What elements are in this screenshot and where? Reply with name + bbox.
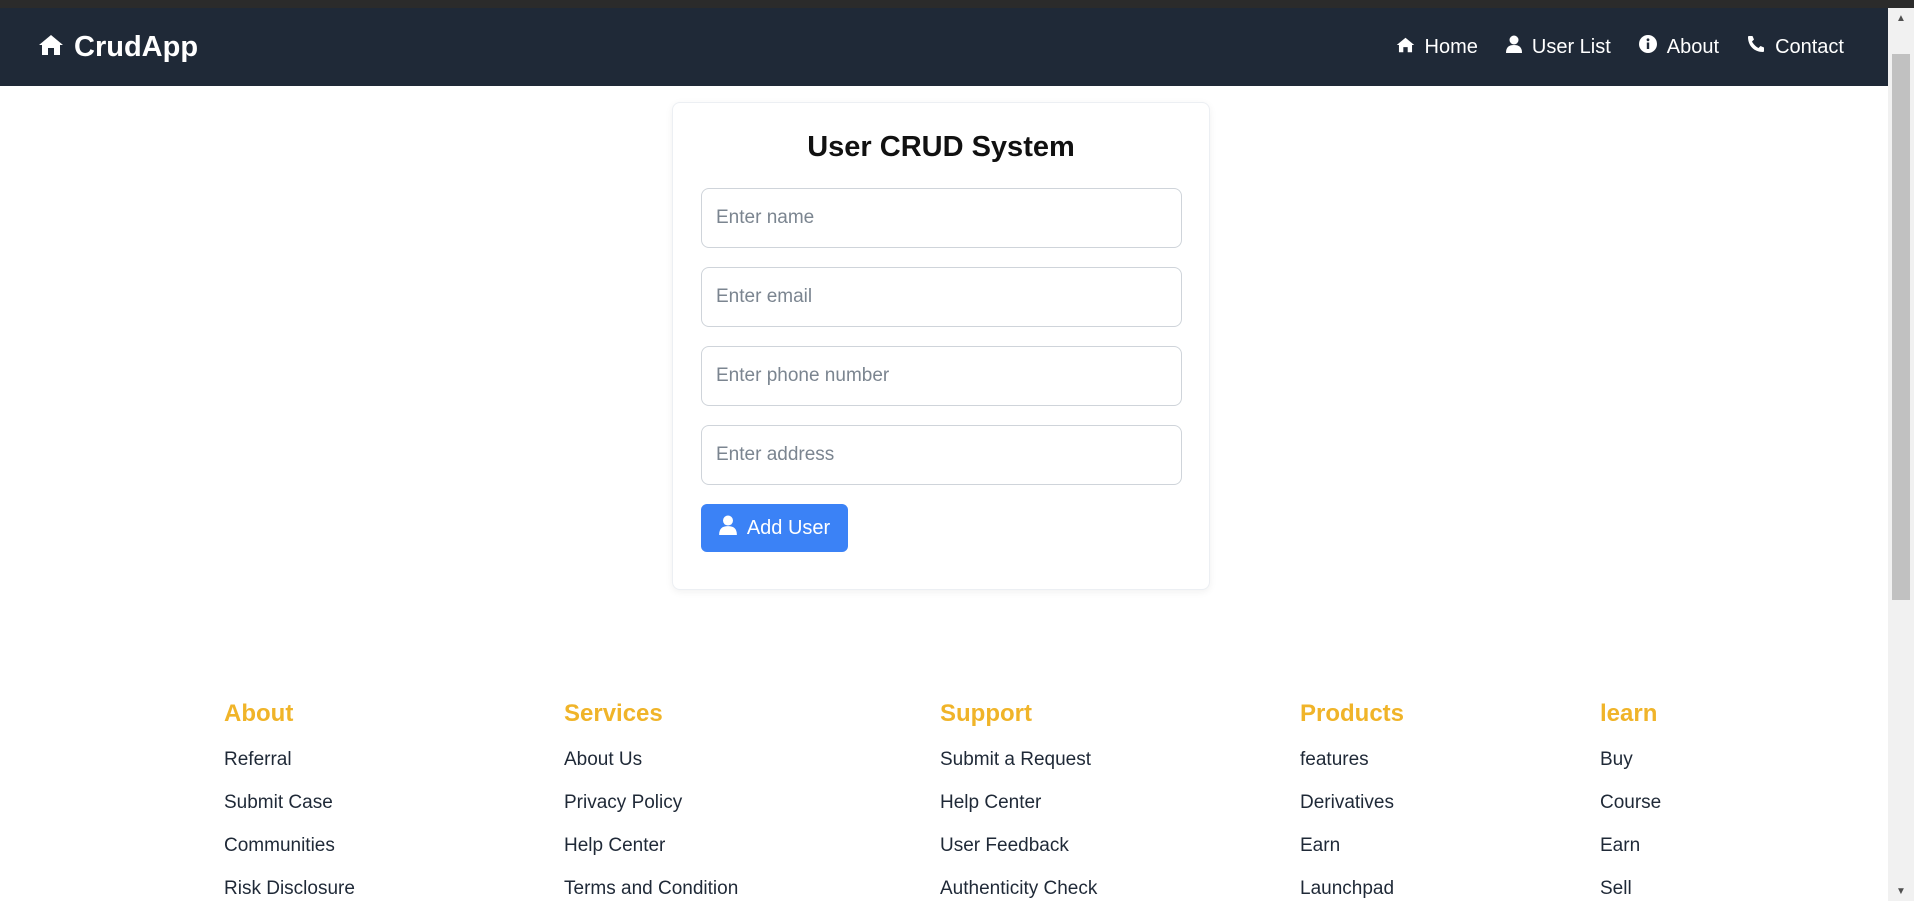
nav-home-label: Home [1424,35,1478,58]
navbar: CrudApp Home User List About Contact [0,8,1888,86]
footer-heading: Products [1300,700,1405,727]
footer-link[interactable]: features [1300,750,1404,793]
footer-link[interactable]: Submit Case [224,793,355,836]
footer-link[interactable]: Earn [1600,836,1661,879]
footer-column-about: About Referral Submit Case Communities R… [224,700,355,922]
footer-link[interactable]: Help Center [564,836,738,879]
footer-column-learn: learn Buy Course Earn Sell [1600,700,1661,922]
user-icon [718,515,747,541]
footer-link[interactable]: About Us [564,750,738,793]
footer-heading: Services [564,700,663,727]
nav-contact-label: Contact [1775,35,1844,58]
name-input[interactable] [701,188,1182,248]
info-circle-icon [1638,35,1667,59]
scroll-down-arrow[interactable]: ▼ [1888,881,1914,901]
nav-user-list-label: User List [1531,35,1611,58]
footer-link[interactable]: Referral [224,750,355,793]
footer-link[interactable]: User Feedback [940,836,1097,879]
user-icon [1505,35,1532,59]
footer-column-support: Support Submit a Request Help Center Use… [940,700,1097,922]
page-scrollbar[interactable]: ▲ ▼ [1888,8,1914,901]
nav-user-list[interactable]: User List [1505,35,1611,59]
brand-name: CrudApp [74,30,199,63]
footer-column-products: Products features Derivatives Earn Launc… [1300,700,1404,922]
add-user-label: Add User [746,516,831,539]
brand-logo[interactable]: CrudApp [38,31,198,64]
footer-link[interactable]: Communities [224,836,355,879]
nav-contact[interactable]: Contact [1747,35,1844,59]
form-title: User CRUD System [807,131,1075,163]
footer-heading: About [224,700,294,727]
footer-link[interactable]: Earn [1300,836,1404,879]
user-form-card: User CRUD System Add User [672,102,1210,590]
home-icon [38,31,74,64]
footer-link[interactable]: Submit a Request [940,750,1097,793]
footer-column-services: Services About Us Privacy Policy Help Ce… [564,700,738,922]
footer-link[interactable]: Course [1600,793,1661,836]
add-user-button[interactable]: Add User [701,504,848,552]
scroll-thumb[interactable] [1892,54,1910,600]
nav-about-label: About [1666,35,1720,58]
footer-heading: learn [1600,700,1658,727]
footer-link[interactable]: Buy [1600,750,1661,793]
footer-link[interactable]: Privacy Policy [564,793,738,836]
nav-about[interactable]: About [1638,35,1720,59]
footer-heading: Support [940,700,1032,727]
nav-links: Home User List About Contact [1396,35,1844,59]
browser-top-strip [0,0,1914,8]
scroll-up-arrow[interactable]: ▲ [1888,8,1914,28]
address-input[interactable] [701,425,1182,485]
nav-home[interactable]: Home [1396,36,1478,59]
phone-icon [1747,35,1775,59]
footer-link[interactable]: Help Center [940,793,1097,836]
phone-input[interactable] [701,346,1182,406]
email-input[interactable] [701,267,1182,327]
footer-link[interactable]: Derivatives [1300,793,1404,836]
home-icon [1396,36,1425,59]
